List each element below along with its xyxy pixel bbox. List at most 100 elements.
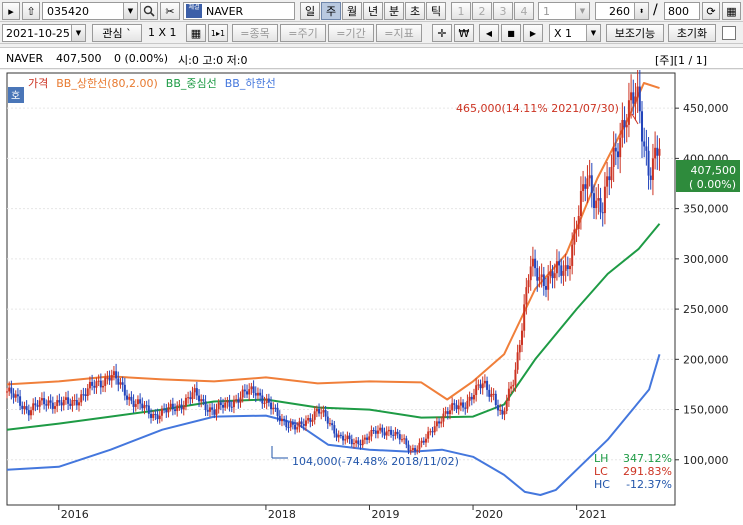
candle-up: [40, 398, 43, 401]
candle-up: [337, 434, 340, 438]
candle-up: [654, 147, 657, 159]
candle-down: [93, 385, 96, 388]
candle-up: [571, 244, 574, 266]
candle-down: [339, 434, 342, 436]
grid-toggle-button[interactable]: 1▸1: [208, 24, 228, 42]
aux-function-button[interactable]: 보조기능: [606, 24, 664, 42]
fav-item-button[interactable]: =종목: [232, 24, 278, 42]
candle-down: [455, 404, 458, 410]
candle-down: [405, 438, 408, 445]
candle-down: [318, 408, 321, 414]
candle-down: [198, 395, 201, 402]
chevron-down-icon[interactable]: ▼: [71, 25, 85, 41]
candle-up: [520, 330, 523, 345]
refresh-icon[interactable]: ⟳: [702, 2, 720, 20]
candle-up: [459, 402, 462, 406]
candle-up: [289, 422, 292, 428]
period-day[interactable]: 일: [300, 2, 320, 20]
candle-up: [224, 402, 227, 408]
x-tick-label: 2019: [371, 508, 399, 521]
candle-down: [438, 421, 441, 424]
fav-indicator-button[interactable]: =지표: [376, 24, 422, 42]
x-tick-label: 2020: [475, 508, 503, 521]
tools-icon[interactable]: ✂: [160, 2, 180, 20]
period-tick[interactable]: 틱: [426, 2, 446, 20]
period-month[interactable]: 월: [342, 2, 362, 20]
prev-icon[interactable]: ◀: [479, 24, 499, 42]
candle-down: [617, 151, 620, 158]
candle-down: [150, 413, 153, 418]
candle-up: [564, 265, 567, 271]
candle-down: [163, 408, 166, 410]
fav-range-button[interactable]: =기간: [328, 24, 374, 42]
count-value: 260: [609, 4, 630, 18]
stop-icon[interactable]: ■: [501, 24, 521, 42]
spinner-icon[interactable]: ⬍: [634, 3, 648, 19]
candle-down: [12, 393, 15, 398]
candle-down: [494, 393, 497, 406]
num-4[interactable]: 4: [514, 2, 534, 20]
candle-up: [235, 399, 238, 401]
candle-down: [274, 407, 277, 409]
candle-up: [586, 178, 589, 189]
candle-down: [195, 388, 198, 396]
candle-up: [492, 393, 495, 395]
num-3[interactable]: 3: [493, 2, 513, 20]
crosshair-icon[interactable]: ✛: [432, 24, 452, 42]
count-input[interactable]: 260 ⬍: [595, 2, 649, 20]
stat-lc-label: LC: [594, 465, 608, 478]
candle-up: [568, 265, 571, 270]
candle-up: [315, 408, 318, 412]
chevron-down-icon[interactable]: ▼: [575, 3, 589, 19]
next-icon[interactable]: ▶: [523, 24, 543, 42]
x-tick-label: 2018: [268, 508, 296, 521]
upload-icon[interactable]: ⇧: [22, 2, 40, 20]
period-week[interactable]: 주: [321, 2, 341, 20]
date-select[interactable]: 2021-10-25 ▼: [2, 24, 86, 42]
legend-badge: 호: [11, 90, 20, 102]
candle-up: [538, 277, 541, 281]
candle-up: [200, 399, 203, 402]
candle-up: [510, 386, 513, 389]
fav-period-button[interactable]: =주기: [280, 24, 326, 42]
candle-down: [599, 198, 602, 213]
candle-up: [409, 449, 412, 451]
num-2[interactable]: 2: [472, 2, 492, 20]
pin-icon[interactable]: ▸: [2, 2, 20, 20]
won-icon[interactable]: ₩: [454, 24, 474, 42]
candle-up: [562, 270, 565, 276]
interval-select[interactable]: 1 ▼: [538, 2, 590, 20]
table-grid-icon[interactable]: ▦: [186, 24, 206, 42]
candle-down: [276, 407, 279, 416]
candle-up: [411, 448, 414, 450]
candle-up: [444, 411, 447, 414]
num-1[interactable]: 1: [451, 2, 471, 20]
candle-up: [104, 377, 107, 386]
stat-lh-value: 347.12%: [623, 452, 672, 465]
search-icon[interactable]: [140, 2, 158, 20]
reset-button[interactable]: 초기화: [668, 24, 716, 42]
candle-up: [627, 100, 630, 125]
candle-down: [204, 401, 207, 410]
period-year[interactable]: 년: [363, 2, 383, 20]
candle-up: [483, 380, 486, 384]
candle-up: [97, 380, 100, 382]
settings-icon[interactable]: ▦: [722, 2, 741, 20]
candle-up: [128, 396, 131, 400]
chevron-down-icon[interactable]: ▼: [586, 25, 600, 41]
multiplier-select[interactable]: X 1 ▼: [549, 24, 601, 42]
period-minute[interactable]: 분: [384, 2, 404, 20]
candle-down: [154, 414, 157, 416]
plot-frame: [6, 72, 676, 506]
candle-up: [505, 400, 508, 412]
option-checkbox[interactable]: [722, 26, 736, 40]
price-chart[interactable]: 450,000 400,000 350,000 300,000 250,000 200,0…: [0, 67, 743, 525]
chevron-down-icon[interactable]: ▼: [123, 3, 137, 19]
stock-code-input[interactable]: 035420 ▼: [42, 2, 138, 20]
candle-up: [540, 274, 543, 278]
candle-down: [350, 439, 353, 445]
period-second[interactable]: 초: [405, 2, 425, 20]
candle-down: [381, 427, 384, 433]
candle-down: [254, 392, 257, 396]
watchlist-button[interactable]: 관심 `: [92, 24, 142, 42]
